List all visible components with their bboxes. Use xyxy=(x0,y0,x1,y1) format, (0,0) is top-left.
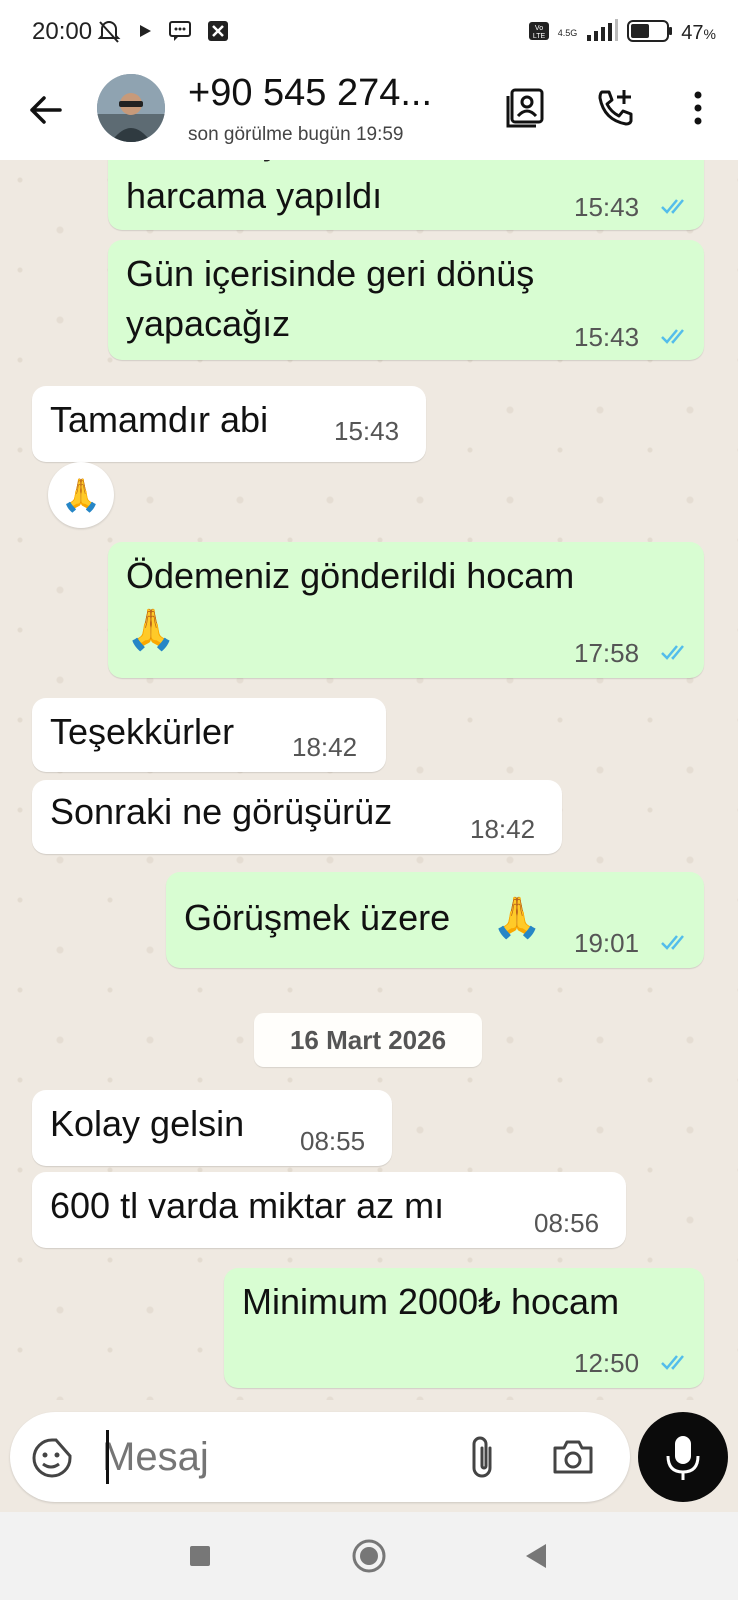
chat-header: +90 545 274... son görülme bugün 19:59 xyxy=(0,66,738,161)
battery-percent: 47% xyxy=(681,21,716,44)
read-ticks-icon xyxy=(661,935,684,950)
message-text-line1: Gün içerisinde geri dönüş xyxy=(126,253,535,294)
read-ticks-icon xyxy=(661,199,684,214)
system-nav-bar xyxy=(0,1512,738,1600)
battery-icon xyxy=(627,19,673,48)
message-composer xyxy=(10,1412,630,1502)
message-time: 17:58 xyxy=(574,638,640,668)
message-time: 15:43 xyxy=(574,192,640,222)
last-seen: son görülme bugün 19:59 xyxy=(188,124,404,145)
text-caret xyxy=(106,1430,109,1484)
message-text-line2: yapacağız xyxy=(126,303,291,344)
message-time: 15:43 xyxy=(334,416,400,446)
message-time: 18:42 xyxy=(292,732,358,762)
message-text: Ödemeniz gönderildi hocam xyxy=(126,555,575,596)
muted-bell-icon xyxy=(96,18,122,49)
sticker-icon[interactable] xyxy=(30,1436,74,1485)
recents-button[interactable] xyxy=(176,1532,224,1580)
message-bubble-incoming[interactable]: Kolay gelsin 08:55 xyxy=(32,1090,392,1166)
message-text: harcama yapıldı xyxy=(126,175,383,216)
message-bubble-incoming[interactable]: Sonraki ne görüşürüz 18:42 xyxy=(32,780,562,854)
message-text: Tamamdır abi xyxy=(50,399,269,440)
more-vert-icon[interactable] xyxy=(676,86,720,130)
message-icon xyxy=(168,20,192,47)
svg-text:LTE: LTE xyxy=(533,33,546,40)
message-text: Görüşmek üzere xyxy=(184,897,451,938)
mic-button[interactable] xyxy=(638,1412,728,1502)
reaction-emoji: 🙏 xyxy=(61,477,101,513)
volte-icon: Vo LTE xyxy=(528,20,550,47)
home-button[interactable] xyxy=(345,1532,393,1580)
message-time: 08:55 xyxy=(300,1126,366,1156)
message-text: Teşekkürler xyxy=(50,711,235,752)
app-notification-icon xyxy=(206,19,230,48)
signal-icon xyxy=(585,18,619,48)
message-emoji: 🙏 xyxy=(492,896,542,940)
contact-avatar[interactable] xyxy=(97,74,165,142)
status-time: 20:00 xyxy=(32,18,93,45)
message-time: 08:56 xyxy=(534,1208,600,1238)
message-text: Minimum 2000₺ hocam xyxy=(242,1281,620,1322)
message-time: 15:43 xyxy=(574,322,640,352)
message-bubble-incoming[interactable]: 600 tl varda miktar az mı 08:56 xyxy=(32,1172,626,1248)
message-input[interactable] xyxy=(102,1428,462,1486)
status-bar: 20:00 Vo LTE 4.5G 47% xyxy=(0,0,738,66)
back-arrow-icon[interactable] xyxy=(26,90,66,130)
message-reaction[interactable]: 🙏 xyxy=(48,462,114,528)
chat-area[interactable]: Hesabı işlem tamam harcama yapıldı 15:43… xyxy=(0,160,738,1400)
status-notification-icons xyxy=(96,18,230,48)
contact-name[interactable]: +90 545 274... xyxy=(188,72,432,115)
message-bubble-outgoing[interactable]: Hesabı işlem tamam harcama yapıldı 15:43 xyxy=(108,160,704,230)
back-button[interactable] xyxy=(512,1532,560,1580)
status-right: Vo LTE 4.5G 47% xyxy=(528,18,716,48)
mic-icon xyxy=(666,1436,700,1480)
message-time: 18:42 xyxy=(470,814,536,844)
message-emoji: 🙏 xyxy=(126,608,176,652)
play-icon xyxy=(136,22,154,45)
read-ticks-icon xyxy=(661,1355,684,1370)
svg-text:Vo: Vo xyxy=(535,25,543,32)
message-bubble-outgoing[interactable]: Gün içerisinde geri dönüş yapacağız 15:4… xyxy=(108,240,704,360)
read-ticks-icon xyxy=(661,645,684,660)
message-bubble-incoming[interactable]: Teşekkürler 18:42 xyxy=(32,698,386,772)
message-text: 600 tl varda miktar az mı xyxy=(50,1185,445,1226)
message-time: 12:50 xyxy=(574,1348,640,1378)
message-time: 19:01 xyxy=(574,928,640,958)
read-ticks-icon xyxy=(661,329,684,344)
message-bubble-outgoing[interactable]: Görüşmek üzere 🙏 19:01 xyxy=(166,872,704,968)
message-bubble-outgoing[interactable]: Ödemeniz gönderildi hocam 🙏 17:58 xyxy=(108,542,704,678)
attach-icon[interactable] xyxy=(464,1434,504,1487)
message-bubble-outgoing[interactable]: Minimum 2000₺ hocam 12:50 xyxy=(224,1268,704,1388)
network-type: 4.5G xyxy=(557,28,578,38)
contact-card-icon[interactable] xyxy=(504,86,548,130)
date-divider: 16 Mart 2026 xyxy=(254,1013,482,1067)
add-call-icon[interactable] xyxy=(594,86,638,130)
message-text: Kolay gelsin xyxy=(50,1103,245,1144)
message-text: Sonraki ne görüşürüz xyxy=(50,791,393,832)
camera-icon[interactable] xyxy=(550,1434,596,1485)
message-bubble-incoming[interactable]: Tamamdır abi 15:43 xyxy=(32,386,426,462)
message-text-partial: Hesabı işlem tamam xyxy=(126,160,454,168)
